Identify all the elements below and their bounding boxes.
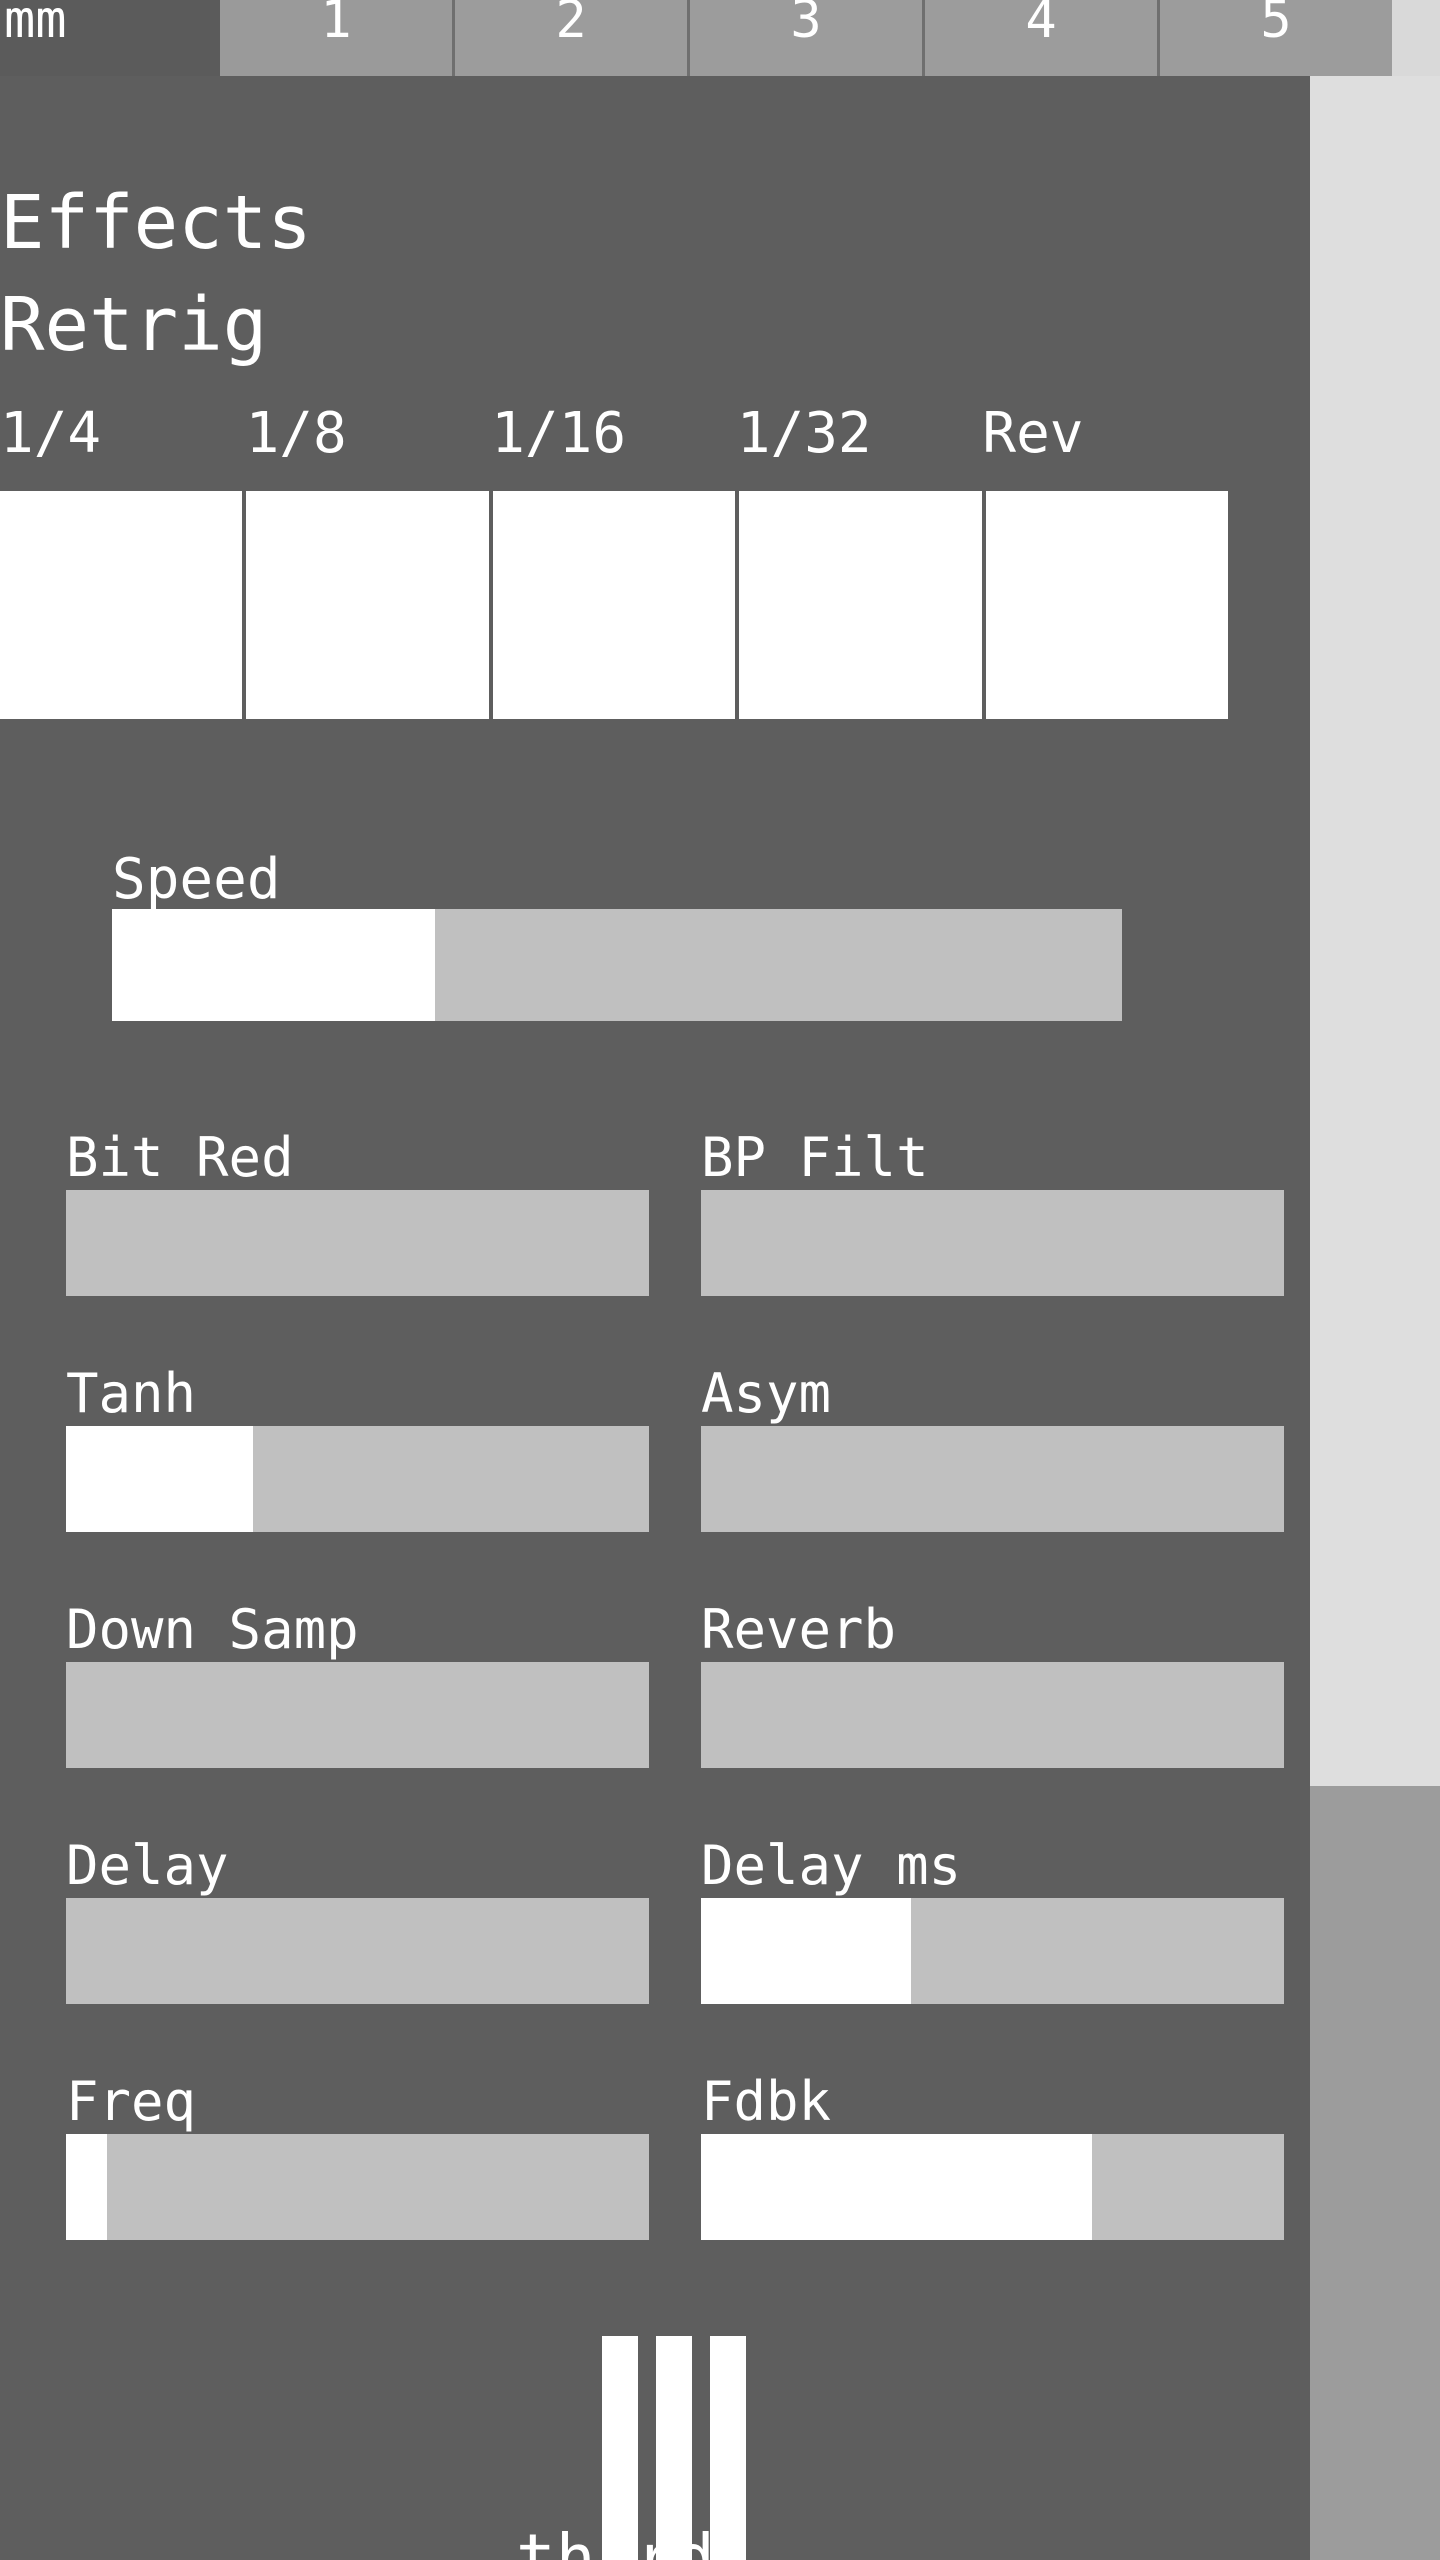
meter-bar-1 — [602, 2336, 638, 2560]
retrig-label-sixteenth: 1/16 — [491, 406, 627, 466]
param-slider-fdbk[interactable] — [701, 2134, 1284, 2240]
param-slider-tanh[interactable] — [66, 1426, 649, 1532]
retrig-button-thirtysecond[interactable] — [739, 491, 982, 719]
speed-slider-group: Speed — [112, 851, 1122, 1021]
param-slider-reverb[interactable] — [701, 1662, 1284, 1768]
param-label-delay-ms: Delay ms — [701, 1834, 962, 1897]
page-title: Effects — [0, 180, 312, 266]
param-slider-bit-red[interactable] — [66, 1190, 649, 1296]
grid-gutter — [649, 1362, 701, 1598]
param-label-asym: Asym — [701, 1362, 832, 1425]
grid-gutter — [649, 1598, 701, 1834]
param-delay: Delay — [66, 1834, 649, 2070]
param-slider-freq[interactable] — [66, 2134, 649, 2240]
retrig-label-quarter: 1/4 — [0, 406, 102, 466]
param-freq: Freq — [66, 2070, 649, 2306]
tab-5[interactable]: 5 — [1157, 0, 1392, 76]
param-label-down-samp: Down Samp — [66, 1598, 359, 1661]
param-label-reverb: Reverb — [701, 1598, 897, 1661]
param-fill-delay-ms — [701, 1898, 911, 2004]
tab-2[interactable]: 2 — [452, 0, 687, 76]
speed-label: Speed — [112, 847, 281, 912]
param-slider-bp-filt[interactable] — [701, 1190, 1284, 1296]
retrig-label-eighth: 1/8 — [245, 406, 347, 466]
param-label-freq: Freq — [66, 2070, 197, 2133]
retrig-label-rev: Rev — [982, 406, 1084, 466]
app-brand-label: mm — [0, 0, 220, 76]
retrig-label-thirtysecond: 1/32 — [736, 406, 872, 466]
param-slider-delay[interactable] — [66, 1898, 649, 2004]
param-slider-asym[interactable] — [701, 1426, 1284, 1532]
param-label-tanh: Tanh — [66, 1362, 197, 1425]
param-tanh: Tanh — [66, 1362, 649, 1598]
retrig-button-rev[interactable] — [985, 491, 1229, 719]
param-fill-fdbk — [701, 2134, 1092, 2240]
meter-bar-3 — [710, 2336, 746, 2560]
param-fill-tanh — [66, 1426, 253, 1532]
param-slider-delay-ms[interactable] — [701, 1898, 1284, 2004]
param-label-delay: Delay — [66, 1834, 229, 1897]
app-root: mm 1 2 3 4 5 Effects Retrig 1/4 1/8 1/16… — [0, 0, 1440, 2560]
param-bit-red: Bit Red — [66, 1126, 649, 1362]
effects-panel: Effects Retrig 1/4 1/8 1/16 1/32 Rev Spe… — [0, 76, 1310, 2560]
retrig-label-row: 1/4 1/8 1/16 1/32 Rev — [0, 406, 1228, 468]
tab-bar-spacer — [1392, 0, 1440, 76]
parameter-grid: Bit Red BP Filt Tanh Asym Down Samp Reve… — [66, 1126, 1284, 2306]
grid-gutter — [649, 1834, 701, 2070]
retrig-section-title: Retrig — [0, 282, 268, 368]
grid-gutter — [649, 2070, 701, 2306]
param-fdbk: Fdbk — [701, 2070, 1284, 2306]
bottom-status-zone: th rd — [0, 2316, 1310, 2560]
param-down-samp: Down Samp — [66, 1598, 649, 1834]
vertical-scrollbar-thumb[interactable] — [1310, 76, 1440, 1786]
param-label-bp-filt: BP Filt — [701, 1126, 929, 1189]
retrig-button-eighth[interactable] — [246, 491, 489, 719]
param-delay-ms: Delay ms — [701, 1834, 1284, 2070]
tab-bar: mm 1 2 3 4 5 — [0, 0, 1440, 76]
meter-bar-2 — [656, 2336, 692, 2560]
param-label-fdbk: Fdbk — [701, 2070, 832, 2133]
speed-slider-fill — [112, 909, 436, 1021]
retrig-button-quarter[interactable] — [0, 491, 243, 719]
param-fill-freq — [66, 2134, 107, 2240]
retrig-button-row — [0, 491, 1229, 719]
speed-slider[interactable] — [112, 909, 1122, 1021]
param-slider-down-samp[interactable] — [66, 1662, 649, 1768]
tab-3[interactable]: 3 — [687, 0, 922, 76]
param-bp-filt: BP Filt — [701, 1126, 1284, 1362]
param-label-bit-red: Bit Red — [66, 1126, 294, 1189]
param-asym: Asym — [701, 1362, 1284, 1598]
retrig-button-sixteenth[interactable] — [492, 491, 736, 719]
grid-gutter — [649, 1126, 701, 1362]
tab-1[interactable]: 1 — [220, 0, 452, 76]
param-reverb: Reverb — [701, 1598, 1284, 1834]
tab-4[interactable]: 4 — [922, 0, 1157, 76]
